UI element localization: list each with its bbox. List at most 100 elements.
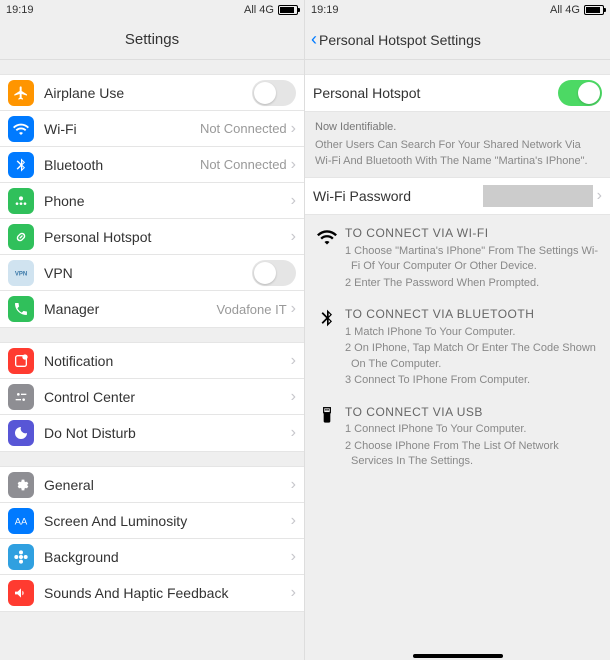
background-label: Background bbox=[44, 549, 291, 565]
usb-icon bbox=[313, 404, 341, 471]
airplane-use-row[interactable]: Airplane Use bbox=[0, 75, 304, 111]
wifi-password-label: Wi-Fi Password bbox=[313, 188, 483, 204]
manager-label: Manager bbox=[44, 301, 217, 317]
chevron-right-icon: › bbox=[291, 476, 296, 494]
wifi-icon bbox=[313, 225, 341, 292]
sounds-haptic-row[interactable]: Sounds And Haptic Feedback› bbox=[0, 575, 304, 611]
instruct-step: 1 Choose "Martina's IPhone" From The Set… bbox=[345, 244, 602, 275]
call-icon bbox=[8, 296, 34, 322]
do-not-disturb-row[interactable]: Do Not Disturb› bbox=[0, 415, 304, 451]
manager-row[interactable]: ManagerVodafone IT › bbox=[0, 291, 304, 327]
bluetooth-value: Not Connected bbox=[200, 157, 287, 172]
vpn-toggle[interactable] bbox=[252, 260, 296, 286]
instruct-step: 3 Connect To IPhone From Computer. bbox=[345, 373, 602, 388]
general-row[interactable]: General› bbox=[0, 467, 304, 503]
instruct-step: 1 Match IPhone To Your Computer. bbox=[345, 325, 602, 340]
status-bar: 19:19 All 4G bbox=[305, 0, 610, 20]
hotspot-pane: 19:19 All 4G ‹ Personal Hotspot Settings… bbox=[305, 0, 610, 660]
control-center-row[interactable]: Control Center› bbox=[0, 379, 304, 415]
chevron-right-icon: › bbox=[291, 192, 296, 210]
bluetooth-icon bbox=[313, 306, 341, 389]
battery-icon bbox=[278, 5, 298, 15]
airplane-use-toggle[interactable] bbox=[252, 80, 296, 106]
instructions: TO CONNECT VIA WI-FI 1 Choose "Martina's … bbox=[305, 215, 610, 494]
status-bar: 19:19 All 4G bbox=[0, 0, 304, 20]
link-icon bbox=[8, 224, 34, 250]
bluetooth-icon bbox=[8, 152, 34, 178]
group-general: General›Screen And Luminosity›Background… bbox=[0, 466, 304, 612]
do-not-disturb-label: Do Not Disturb bbox=[44, 425, 291, 441]
chevron-right-icon: › bbox=[291, 156, 296, 174]
settings-title: Settings bbox=[125, 31, 179, 48]
hotspot-toggle[interactable] bbox=[558, 80, 602, 106]
chevron-right-icon: › bbox=[291, 120, 296, 138]
instruct-step: 2 On IPhone, Tap Match Or Enter The Code… bbox=[345, 341, 602, 372]
chevron-right-icon: › bbox=[291, 352, 296, 370]
cc-icon bbox=[8, 384, 34, 410]
chevron-right-icon: › bbox=[291, 512, 296, 530]
notification-label: Notification bbox=[44, 353, 291, 369]
wifi-password-field[interactable] bbox=[483, 185, 593, 207]
screen-luminosity-row[interactable]: Screen And Luminosity› bbox=[0, 503, 304, 539]
hotspot-toggle-group: Personal Hotspot bbox=[305, 74, 610, 112]
phone-icon bbox=[8, 188, 34, 214]
hotspot-title: Personal Hotspot Settings bbox=[319, 32, 481, 48]
manager-value: Vodafone IT bbox=[217, 302, 287, 317]
sound-icon bbox=[8, 580, 34, 606]
chevron-right-icon: › bbox=[291, 584, 296, 602]
wifi-password-row[interactable]: Wi-Fi Password › bbox=[305, 178, 610, 214]
wifi-row[interactable]: Wi-FiNot Connected › bbox=[0, 111, 304, 147]
background-row[interactable]: Background› bbox=[0, 539, 304, 575]
flower-icon bbox=[8, 544, 34, 570]
password-group: Wi-Fi Password › bbox=[305, 177, 610, 215]
status-network: All 4G bbox=[244, 4, 274, 16]
notif-icon bbox=[8, 348, 34, 374]
chevron-right-icon: › bbox=[291, 300, 296, 318]
info-title: Now Identifiable. bbox=[315, 120, 600, 135]
instruct-step: 2 Choose IPhone From The List Of Network… bbox=[345, 439, 602, 470]
vpn-row[interactable]: VPN bbox=[0, 255, 304, 291]
chevron-right-icon: › bbox=[597, 187, 602, 205]
settings-pane: 19:19 All 4G Settings Airplane UseWi-FiN… bbox=[0, 0, 305, 660]
wifi-icon bbox=[8, 116, 34, 142]
hotspot-info: Now Identifiable. Other Users Can Search… bbox=[305, 112, 610, 177]
chevron-right-icon: › bbox=[291, 388, 296, 406]
group-connectivity: Airplane UseWi-FiNot Connected›Bluetooth… bbox=[0, 74, 304, 328]
status-time: 19:19 bbox=[311, 4, 339, 16]
wifi-label: Wi-Fi bbox=[44, 121, 200, 137]
personal-hotspot-row[interactable]: Personal Hotspot› bbox=[0, 219, 304, 255]
status-network: All 4G bbox=[550, 4, 580, 16]
instruct-usb: TO CONNECT VIA USB1 Connect IPhone To Yo… bbox=[313, 404, 602, 471]
wifi-value: Not Connected bbox=[200, 121, 287, 136]
status-time: 19:19 bbox=[6, 4, 34, 16]
sounds-haptic-label: Sounds And Haptic Feedback bbox=[44, 585, 291, 601]
control-center-label: Control Center bbox=[44, 389, 291, 405]
status-right: All 4G bbox=[244, 4, 298, 16]
instruct-title: TO CONNECT VIA WI-FI bbox=[345, 225, 602, 242]
instruct-wifi: TO CONNECT VIA WI-FI 1 Choose "Martina's … bbox=[313, 225, 602, 292]
hotspot-toggle-label: Personal Hotspot bbox=[313, 85, 558, 101]
home-indicator[interactable] bbox=[413, 654, 503, 658]
airplane-icon bbox=[8, 80, 34, 106]
phone-label: Phone bbox=[44, 193, 291, 209]
phone-row[interactable]: Phone› bbox=[0, 183, 304, 219]
vpn-label: VPN bbox=[44, 265, 252, 281]
chevron-right-icon: › bbox=[291, 228, 296, 246]
back-icon[interactable]: ‹ bbox=[311, 29, 317, 50]
gear-icon bbox=[8, 472, 34, 498]
general-label: General bbox=[44, 477, 291, 493]
battery-icon bbox=[584, 5, 604, 15]
notification-row[interactable]: Notification› bbox=[0, 343, 304, 379]
instruct-bluetooth: TO CONNECT VIA BLUETOOTH 1 Match IPhone T… bbox=[313, 306, 602, 389]
instruct-step: 1 Connect IPhone To Your Computer. bbox=[345, 422, 602, 437]
instruct-step: 2 Enter The Password When Prompted. bbox=[345, 276, 602, 291]
bluetooth-row[interactable]: BluetoothNot Connected› bbox=[0, 147, 304, 183]
screen-luminosity-label: Screen And Luminosity bbox=[44, 513, 291, 529]
hotspot-toggle-row[interactable]: Personal Hotspot bbox=[305, 75, 610, 111]
hotspot-header: ‹ Personal Hotspot Settings bbox=[305, 20, 610, 60]
settings-header: Settings bbox=[0, 20, 304, 60]
aa-icon bbox=[8, 508, 34, 534]
info-body: Other Users Can Search For Your Shared N… bbox=[315, 138, 600, 169]
chevron-right-icon: › bbox=[291, 424, 296, 442]
instruct-title: TO CONNECT VIA BLUETOOTH bbox=[345, 306, 602, 323]
